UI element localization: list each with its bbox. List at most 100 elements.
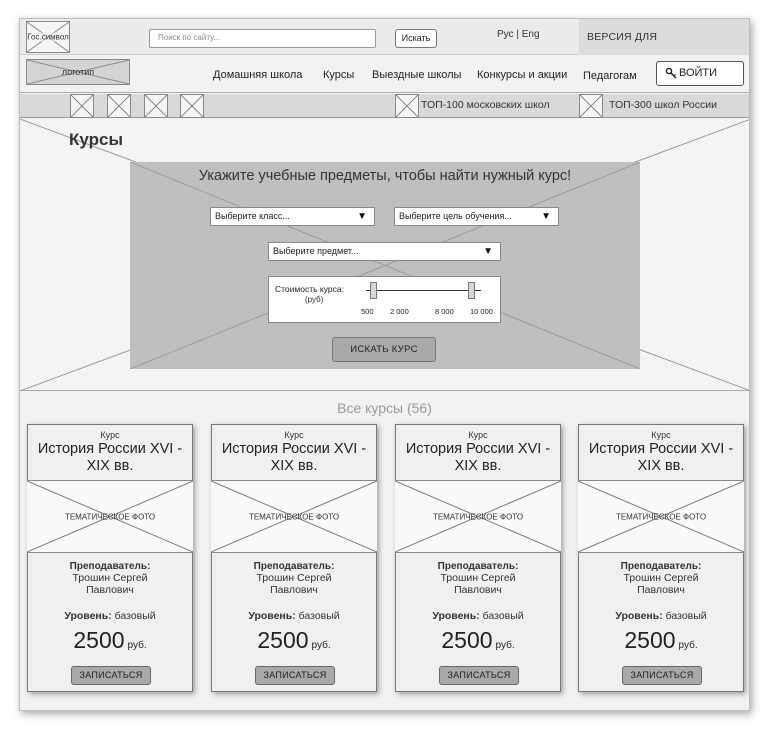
nav-contests[interactable]: Конкурсы и акции xyxy=(477,69,567,81)
teacher-name: Трошин Сергей Павлович xyxy=(256,572,332,596)
course-photo: ТЕМАТИЧЕСКОЕ ФОТО xyxy=(578,480,744,553)
level-value: базовый xyxy=(482,610,524,622)
price-tick: 500 xyxy=(361,307,374,316)
course-photo-label: ТЕМАТИЧЕСКОЕ ФОТО xyxy=(64,512,156,521)
teacher-label: Преподаватель: xyxy=(620,561,702,572)
subject-select[interactable]: Выберите предмет... ▼ xyxy=(268,242,501,261)
course-level: Уровень: базовый xyxy=(28,610,192,622)
teacher-name: Трошин Сергей Павлович xyxy=(440,572,516,596)
course-photo-label: ТЕМАТИЧЕСКОЕ ФОТО xyxy=(248,512,340,521)
main-nav: логотип Домашняя школа Курсы Выездные шк… xyxy=(20,55,749,93)
enroll-button[interactable]: ЗАПИСАТЬСЯ xyxy=(439,666,519,685)
enroll-button[interactable]: ЗАПИСАТЬСЯ xyxy=(255,666,335,685)
enroll-button[interactable]: ЗАПИСАТЬСЯ xyxy=(622,666,702,685)
price-value: 2500 xyxy=(624,627,676,653)
top300-icon[interactable] xyxy=(579,94,603,118)
course-card[interactable]: Курс История России XVI - XIX вв. ТЕМАТИ… xyxy=(27,424,193,692)
teacher-name: Трошин Сергей Павлович xyxy=(72,572,148,596)
course-name: История России XVI - XIX вв. xyxy=(588,441,734,474)
course-price: 2500 руб. xyxy=(579,627,743,654)
lang-separator: | xyxy=(516,29,519,40)
grade-select[interactable]: Выберите класс... ▼ xyxy=(210,207,375,226)
course-name: История России XVI - XIX вв. xyxy=(405,441,551,474)
search-course-button[interactable]: ИСКАТЬ КУРС xyxy=(332,337,436,362)
course-kind: Курс xyxy=(100,430,120,440)
search-button[interactable]: Искать xyxy=(395,29,437,48)
top100-icon[interactable] xyxy=(395,94,419,118)
grade-select-value: Выберите класс... xyxy=(215,211,290,221)
language-switch: Рус | Eng xyxy=(497,29,540,40)
slider-handle-min[interactable] xyxy=(370,282,377,299)
course-level: Уровень: базовый xyxy=(396,610,560,622)
login-button[interactable]: ВОЙТИ xyxy=(656,61,744,86)
price-tick: 2 000 xyxy=(390,307,409,316)
goal-select[interactable]: Выберите цель обучения... ▼ xyxy=(394,207,559,226)
top100-link[interactable]: ТОП-100 московских школ xyxy=(421,99,550,111)
price-value: 2500 xyxy=(257,627,309,653)
course-photo: ТЕМАТИЧЕСКОЕ ФОТО xyxy=(211,480,377,553)
course-level: Уровень: базовый xyxy=(579,610,743,622)
price-tick: 8 000 xyxy=(435,307,454,316)
level-label: Уровень: xyxy=(615,610,663,622)
course-card[interactable]: Курс История России XVI - XIX вв. ТЕМАТИ… xyxy=(211,424,377,692)
top300-link[interactable]: ТОП-300 школ России xyxy=(609,99,717,111)
nav-field-schools[interactable]: Выездные школы xyxy=(372,69,461,81)
slider-track[interactable] xyxy=(366,290,481,291)
logo[interactable]: логотип xyxy=(26,59,130,85)
login-label: ВОЙТИ xyxy=(679,67,718,79)
price-range-slider[interactable]: Стоимость курса: (руб) 500 2 000 8 000 1… xyxy=(268,276,501,323)
level-label: Уровень: xyxy=(248,610,296,622)
nav-courses[interactable]: Курсы xyxy=(323,69,354,81)
enroll-button[interactable]: ЗАПИСАТЬСЯ xyxy=(71,666,151,685)
vision-impaired-version-link[interactable]: ВЕРСИЯ ДЛЯ СЛАБОВИДЯЩИХ xyxy=(579,19,749,79)
course-photo: ТЕМАТИЧЕСКОЕ ФОТО xyxy=(395,480,561,553)
level-label: Уровень: xyxy=(64,610,112,622)
price-label: Стоимость курса: xyxy=(275,284,344,294)
price-value: 2500 xyxy=(441,627,493,653)
strip-icon-2[interactable] xyxy=(107,94,131,118)
gov-symbol-label: Гос.символ xyxy=(27,32,69,42)
course-kind: Курс xyxy=(284,430,304,440)
page-title: Курсы xyxy=(69,130,123,149)
price-value: 2500 xyxy=(73,627,125,653)
course-filter-panel: Укажите учебные предметы, чтобы найти ну… xyxy=(130,162,640,369)
search-input[interactable]: Поиск по сайту... xyxy=(149,29,376,48)
top-bar: Гос.символ Поиск по сайту... Искать Рус … xyxy=(20,19,749,79)
course-photo: ТЕМАТИЧЕСКОЕ ФОТО xyxy=(27,480,193,553)
nav-teachers[interactable]: Педагогам xyxy=(583,70,637,82)
strip-icon-4[interactable] xyxy=(180,94,204,118)
teacher-label: Преподаватель: xyxy=(437,561,519,572)
nav-home-school[interactable]: Домашняя школа xyxy=(213,69,302,81)
chevron-down-icon: ▼ xyxy=(541,211,551,222)
lang-en-link[interactable]: Eng xyxy=(522,29,540,40)
chevron-down-icon: ▼ xyxy=(357,211,367,222)
teacher-label: Преподаватель: xyxy=(69,561,151,572)
logo-label: логотип xyxy=(61,67,95,77)
level-value: базовый xyxy=(298,610,340,622)
level-value: базовый xyxy=(665,610,707,622)
course-kind: Курс xyxy=(651,430,671,440)
goal-select-value: Выберите цель обучения... xyxy=(399,211,512,221)
subject-select-value: Выберите предмет... xyxy=(273,246,359,256)
lang-ru-link[interactable]: Рус xyxy=(497,29,514,40)
price-unit: (руб) xyxy=(305,295,324,304)
price-tick: 10 000 xyxy=(470,307,493,316)
strip-icon-1[interactable] xyxy=(70,94,94,118)
price-currency: руб. xyxy=(678,640,698,651)
gov-symbol[interactable]: Гос.символ xyxy=(26,21,70,53)
price-currency: руб. xyxy=(495,640,515,651)
filter-title: Укажите учебные предметы, чтобы найти ну… xyxy=(198,168,572,184)
price-currency: руб. xyxy=(311,640,331,651)
course-price: 2500 руб. xyxy=(396,627,560,654)
strip-icon-3[interactable] xyxy=(144,94,168,118)
chevron-down-icon: ▼ xyxy=(483,246,493,257)
course-card[interactable]: Курс История России XVI - XIX вв. ТЕМАТИ… xyxy=(395,424,561,692)
hero-section: Курсы Укажите учебные предметы, чтобы на… xyxy=(20,119,749,391)
course-price: 2500 руб. xyxy=(28,627,192,654)
slider-handle-max[interactable] xyxy=(468,282,475,299)
teacher-name: Трошин Сергей Павлович xyxy=(623,572,699,596)
course-card[interactable]: Курс История России XVI - XIX вв. ТЕМАТИ… xyxy=(578,424,744,692)
level-label: Уровень: xyxy=(432,610,480,622)
page-frame: Гос.символ Поиск по сайту... Искать Рус … xyxy=(19,18,750,711)
teacher-label: Преподаватель: xyxy=(253,561,335,572)
